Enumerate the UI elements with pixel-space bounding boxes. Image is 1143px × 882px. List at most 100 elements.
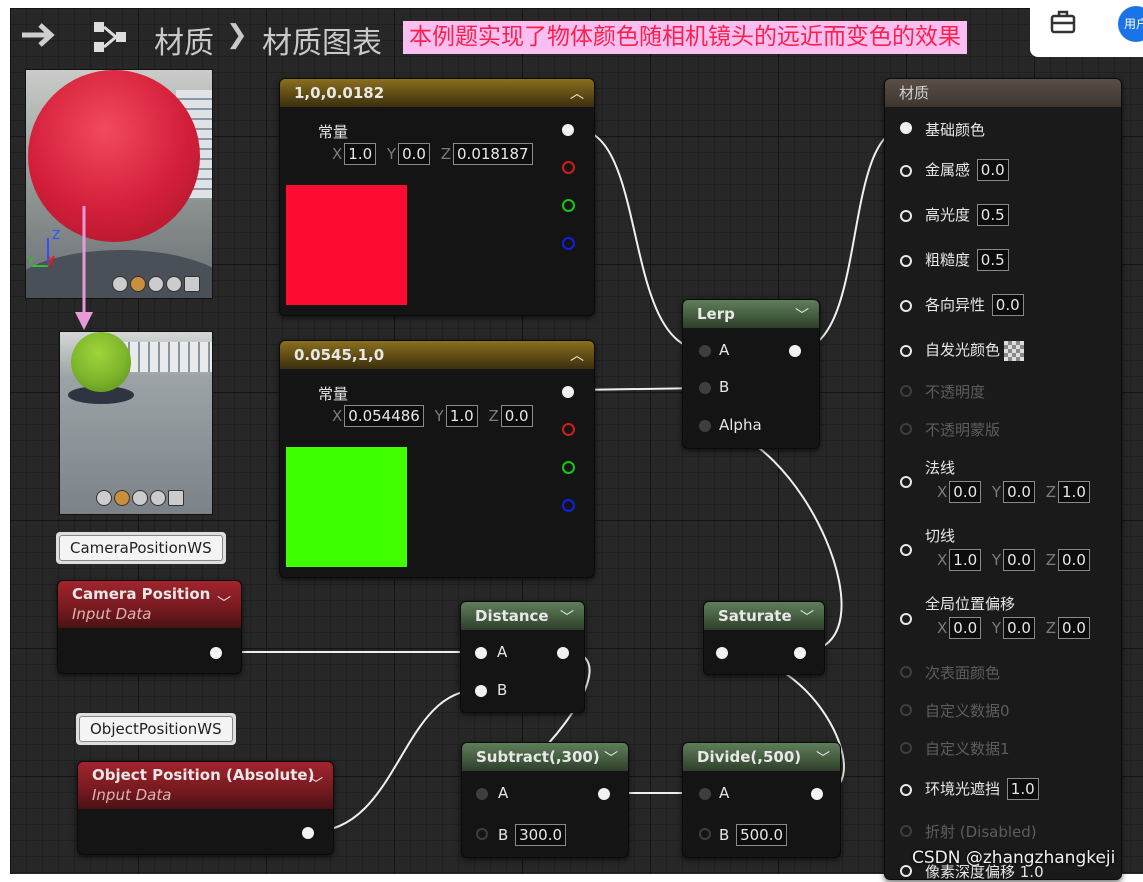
output-pin-r[interactable] xyxy=(562,423,575,436)
wpo-y-field[interactable]: 0.0 xyxy=(1003,617,1035,639)
metallic-value-field[interactable]: 0.0 xyxy=(976,159,1009,181)
b-value-field[interactable]: 300.0 xyxy=(515,824,567,846)
cube-icon[interactable] xyxy=(166,276,182,292)
normal-x-field[interactable]: 0.0 xyxy=(949,481,982,503)
specular-value-field[interactable]: 0.5 xyxy=(976,204,1009,226)
input-pin-specular[interactable] xyxy=(900,210,912,222)
tangent-y-field[interactable]: 0.0 xyxy=(1003,549,1035,571)
input-pin-tangent[interactable] xyxy=(900,544,912,556)
collapse-chevron-icon[interactable]: ﹀ xyxy=(795,305,809,325)
y-value-field[interactable]: 1.0 xyxy=(445,405,478,427)
sphere-icon[interactable] xyxy=(114,490,130,506)
comment-bubble[interactable]: CameraPositionWS xyxy=(56,532,226,564)
input-pin-b[interactable] xyxy=(699,382,711,394)
normal-y-field[interactable]: 0.0 xyxy=(1003,481,1035,503)
collapse-chevron-icon[interactable]: ﹀ xyxy=(800,607,814,627)
wpo-z-field[interactable]: 0.0 xyxy=(1058,617,1090,639)
teapot-icon[interactable] xyxy=(184,276,200,292)
output-pin-g[interactable] xyxy=(562,461,575,474)
teapot-icon[interactable] xyxy=(168,490,184,506)
breadcrumb-leaf[interactable]: 材质图表 xyxy=(262,18,382,62)
cylinder-icon[interactable] xyxy=(96,490,112,506)
output-pin-r[interactable] xyxy=(562,161,575,174)
saturate-node[interactable]: Saturate ﹀ xyxy=(703,601,825,675)
output-pin[interactable] xyxy=(302,827,314,839)
output-pin[interactable] xyxy=(811,788,823,800)
input-pin-normal[interactable] xyxy=(900,476,912,488)
constant-node-green[interactable]: 0.0545,1,0 ︿ 常量 X 0.054486 Y 1.0 Z 0.0 xyxy=(279,340,595,578)
cube-icon[interactable] xyxy=(150,490,166,506)
preview-mesh-toolbar[interactable] xyxy=(112,276,202,296)
output-pin[interactable] xyxy=(210,647,222,659)
output-pin[interactable] xyxy=(794,647,806,659)
object-position-node[interactable]: Object Position (Absolute) Input Data ﹀ xyxy=(77,761,334,855)
normal-z-field[interactable]: 1.0 xyxy=(1058,481,1090,503)
input-pin-subsurface[interactable] xyxy=(900,666,912,678)
input-pin[interactable] xyxy=(716,647,728,659)
input-pin-b[interactable] xyxy=(476,828,488,840)
anisotropy-value-field[interactable]: 0.0 xyxy=(991,294,1024,316)
collapse-chevron-icon[interactable]: ︿ xyxy=(570,345,584,365)
collapse-chevron-icon[interactable]: ﹀ xyxy=(309,774,323,794)
y-value-field[interactable]: 0.0 xyxy=(398,143,430,165)
collapse-chevron-icon[interactable]: ﹀ xyxy=(217,593,231,613)
output-pin-rgb[interactable] xyxy=(562,124,574,136)
toolbox-icon[interactable] xyxy=(1050,10,1076,38)
input-pin-metallic[interactable] xyxy=(900,165,912,177)
collapse-chevron-icon[interactable]: ﹀ xyxy=(816,748,830,768)
input-pin-alpha[interactable] xyxy=(699,420,711,432)
input-pin-wpo[interactable] xyxy=(900,613,912,625)
x-value-field[interactable]: 0.054486 xyxy=(344,405,424,427)
z-value-field[interactable]: 0.0 xyxy=(500,405,533,427)
collapse-chevron-icon[interactable]: ︿ xyxy=(570,83,584,103)
output-pin-b[interactable] xyxy=(562,499,575,512)
preview-viewport-red[interactable]: Z Y X xyxy=(25,69,213,299)
subtract-node[interactable]: Subtract(,300) ﹀ A B 300.0 xyxy=(461,742,629,858)
plane-icon[interactable] xyxy=(148,276,164,292)
input-pin-custom0[interactable] xyxy=(900,704,912,716)
collapse-chevron-icon[interactable]: ﹀ xyxy=(604,748,618,768)
input-pin-a[interactable] xyxy=(475,647,487,659)
tangent-z-field[interactable]: 0.0 xyxy=(1058,549,1090,571)
output-pin-rgb[interactable] xyxy=(562,386,574,398)
constant-node-red[interactable]: 1,0,0.0182 ︿ 常量 X 1.0 Y 0.0 Z 0.018187 xyxy=(279,78,595,316)
breadcrumb-root[interactable]: 材质 xyxy=(154,18,214,62)
output-pin[interactable] xyxy=(557,647,569,659)
x-value-field[interactable]: 1.0 xyxy=(344,143,377,165)
comment-bubble[interactable]: ObjectPositionWS xyxy=(76,713,236,745)
input-pin-a[interactable] xyxy=(476,788,488,800)
material-result-node[interactable]: 材质 基础颜色 金属感 0.0 高光度 0.5 粗糙度 0.5 各向异性 0.0… xyxy=(884,78,1122,881)
input-pin-custom1[interactable] xyxy=(900,742,912,754)
b-value-field[interactable]: 500.0 xyxy=(736,824,788,846)
user-avatar[interactable]: 用户 xyxy=(1118,6,1143,42)
input-pin-b[interactable] xyxy=(475,685,487,697)
input-pin-pixel-depth[interactable] xyxy=(900,865,912,877)
back-arrow-icon[interactable] xyxy=(20,22,56,52)
input-pin-b[interactable] xyxy=(699,828,711,840)
input-pin-anisotropy[interactable] xyxy=(900,300,912,312)
collapse-chevron-icon[interactable]: ﹀ xyxy=(560,607,574,627)
input-pin-opacity[interactable] xyxy=(900,385,912,397)
output-pin[interactable] xyxy=(789,345,801,357)
emissive-color-swatch[interactable] xyxy=(1004,340,1025,361)
plane-icon[interactable] xyxy=(132,490,148,506)
input-pin-a[interactable] xyxy=(699,345,711,357)
roughness-value-field[interactable]: 0.5 xyxy=(976,249,1009,271)
cylinder-icon[interactable] xyxy=(112,276,128,292)
tangent-x-field[interactable]: 1.0 xyxy=(949,549,982,571)
input-pin-base-color[interactable] xyxy=(900,122,912,134)
lerp-node[interactable]: Lerp ﹀ A B Alpha xyxy=(682,299,820,449)
preview-mesh-toolbar[interactable] xyxy=(96,490,186,510)
distance-node[interactable]: Distance ﹀ A B xyxy=(460,601,585,713)
camera-position-node[interactable]: Camera Position Input Data ﹀ xyxy=(57,580,242,674)
output-pin-g[interactable] xyxy=(562,199,575,212)
output-pin-b[interactable] xyxy=(562,237,575,250)
wpo-x-field[interactable]: 0.0 xyxy=(949,617,982,639)
output-pin[interactable] xyxy=(598,788,610,800)
input-pin-opacity-mask[interactable] xyxy=(900,423,912,435)
input-pin-emissive[interactable] xyxy=(900,345,912,357)
input-pin-roughness[interactable] xyxy=(900,255,912,267)
preview-viewport-green[interactable] xyxy=(59,331,213,515)
input-pin-ao[interactable] xyxy=(900,784,912,796)
ao-value-field[interactable]: 1.0 xyxy=(1006,778,1039,800)
